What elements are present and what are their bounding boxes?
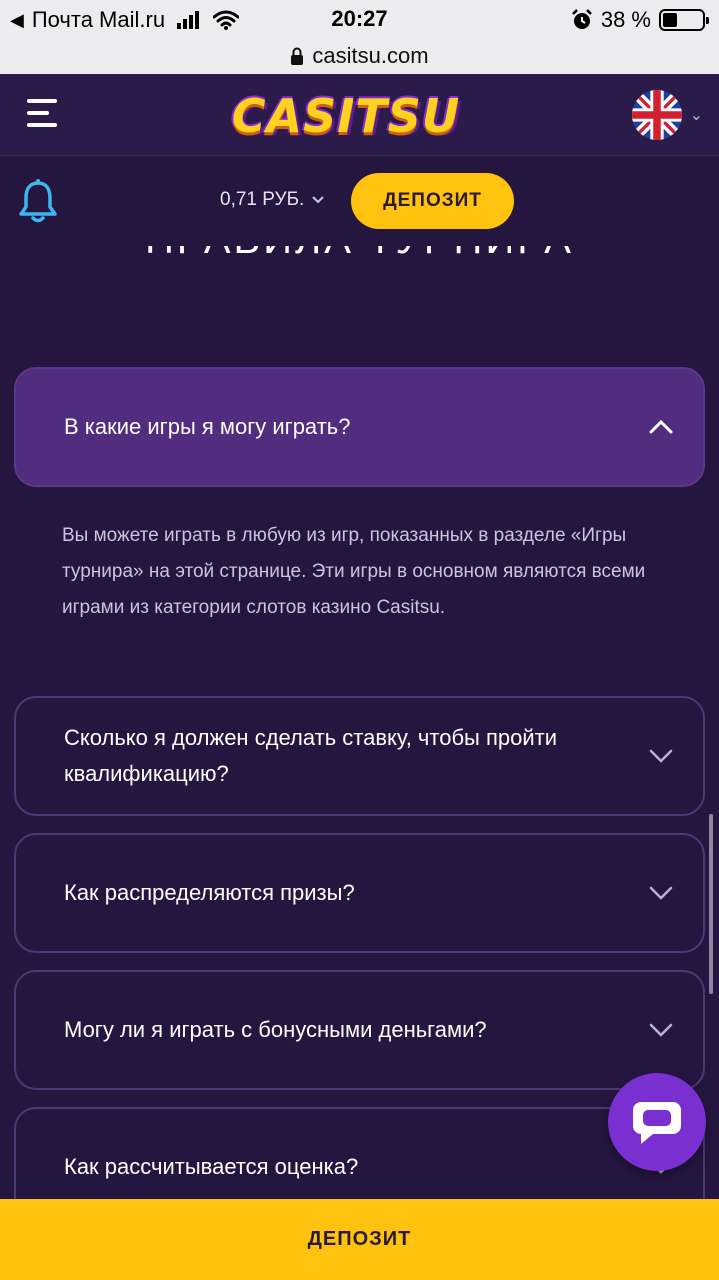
uk-flag-icon: [631, 90, 682, 140]
battery-fill: [663, 13, 677, 27]
chevron-down-icon[interactable]: [649, 1023, 673, 1037]
faq-item[interactable]: В какие игры я могу играть?: [14, 367, 705, 487]
balance-amount: 0,71 РУБ.: [220, 189, 305, 210]
language-selector[interactable]: ⌄: [631, 90, 703, 140]
chevron-up-icon[interactable]: [649, 420, 673, 434]
deposit-bottom-button[interactable]: ДЕПОЗИТ: [0, 1199, 719, 1280]
battery-percent: 38 %: [600, 7, 651, 32]
chevron-down-icon: ⌄: [689, 107, 703, 124]
alarm-icon: [571, 9, 592, 29]
faq-question[interactable]: В какие игры я могу играть?: [64, 369, 624, 485]
status-right: 38 %: [571, 7, 709, 33]
account-bar: 0,71 РУБ. ДЕПОЗИТ: [0, 156, 719, 246]
menu-icon[interactable]: [27, 98, 59, 128]
chat-icon: [633, 1102, 681, 1144]
scrollbar[interactable]: [709, 814, 713, 994]
chevron-down-icon: [312, 196, 325, 204]
deposit-button[interactable]: ДЕПОЗИТ: [351, 173, 514, 229]
faq-item[interactable]: Как распределяются призы?: [14, 833, 705, 953]
site-logo[interactable]: CASITSU: [226, 88, 466, 144]
chevron-down-icon[interactable]: [649, 886, 673, 900]
faq-item[interactable]: Сколько я должен сделать ставку, чтобы п…: [14, 696, 705, 816]
faq-question[interactable]: Как распределяются призы?: [64, 835, 624, 951]
balance-selector[interactable]: 0,71 РУБ.: [220, 189, 325, 211]
live-chat-button[interactable]: [608, 1073, 706, 1171]
faq-question[interactable]: Могу ли я играть с бонусными деньгами?: [64, 972, 624, 1088]
faq-answer: Вы можете играть в любую из игр, показан…: [62, 525, 646, 618]
status-bar: ◀ Почта Mail.ru 20:27 38 %: [0, 0, 719, 38]
address-bar[interactable]: casitsu.com: [0, 38, 719, 74]
site-header: CASITSU ⌄: [0, 74, 719, 156]
bell-icon[interactable]: [18, 178, 58, 224]
lock-icon: [291, 47, 304, 65]
faq-question[interactable]: Сколько я должен сделать ставку, чтобы п…: [64, 698, 624, 814]
chevron-down-icon[interactable]: [649, 749, 673, 763]
faq-item[interactable]: Могу ли я играть с бонусными деньгами?: [14, 970, 705, 1090]
url-text[interactable]: casitsu.com: [312, 43, 428, 69]
battery-icon: [659, 9, 709, 31]
